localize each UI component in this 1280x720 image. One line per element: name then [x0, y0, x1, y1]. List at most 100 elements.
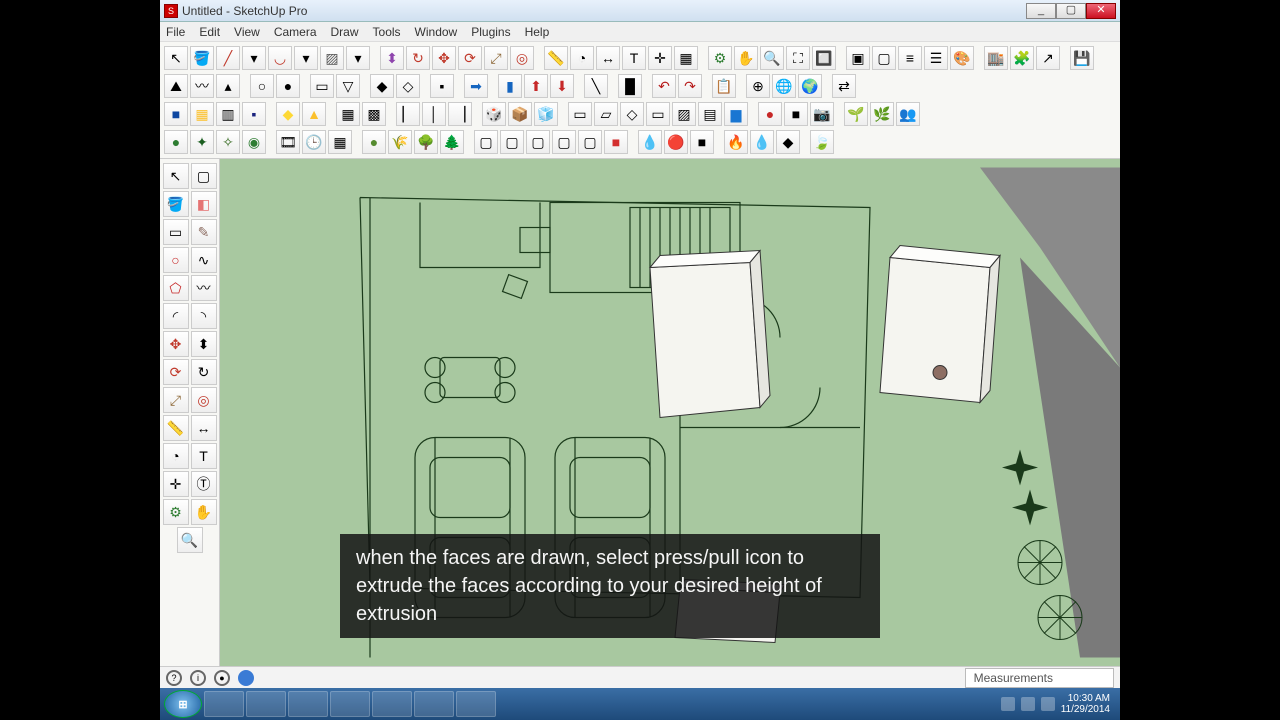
- zoom-window-button[interactable]: 🔲: [812, 46, 836, 70]
- green-3-button[interactable]: ✧: [216, 130, 240, 154]
- smooth-button[interactable]: ●: [276, 74, 300, 98]
- tex-button[interactable]: ▦: [328, 130, 352, 154]
- rect-tool[interactable]: ▭: [163, 219, 189, 245]
- globe-2-button[interactable]: 🌍: [798, 74, 822, 98]
- stamp-button[interactable]: ▭: [310, 74, 334, 98]
- sandbox-1-button[interactable]: ⛰: [164, 74, 188, 98]
- bars-blue-button[interactable]: ▮: [498, 74, 522, 98]
- free1-tool[interactable]: ∿: [191, 247, 217, 273]
- circle-tool[interactable]: ○: [163, 247, 189, 273]
- arc1-tool[interactable]: ◜: [163, 303, 189, 329]
- grid-color-button[interactable]: ▩: [362, 102, 386, 126]
- fire-button[interactable]: 🔥: [724, 130, 748, 154]
- tray-clock[interactable]: 10:30 AM 11/29/2014: [1061, 693, 1110, 715]
- mirror-button[interactable]: ▐▌: [618, 74, 642, 98]
- task-app-1[interactable]: [246, 691, 286, 717]
- pushpull-tool[interactable]: ⬍: [191, 331, 217, 357]
- dimension-button[interactable]: ↔: [596, 46, 620, 70]
- orbit-button[interactable]: ⚙: [708, 46, 732, 70]
- plant-2-button[interactable]: 🌿: [870, 102, 894, 126]
- warehouse-button[interactable]: 🏬: [984, 46, 1008, 70]
- pan-button[interactable]: ✋: [734, 46, 758, 70]
- triangle-button[interactable]: ▲: [302, 102, 326, 126]
- task-explorer[interactable]: [204, 691, 244, 717]
- add-detail-button[interactable]: ◆: [370, 74, 394, 98]
- person-button[interactable]: 👥: [896, 102, 920, 126]
- sq-blue-button[interactable]: ■: [164, 102, 188, 126]
- bars-up-button[interactable]: ⬆: [524, 74, 548, 98]
- follow-me-button[interactable]: ↻: [406, 46, 430, 70]
- tape-tool[interactable]: 📏: [163, 415, 189, 441]
- scale-tool[interactable]: ⤢: [163, 387, 189, 413]
- bar-mid-button[interactable]: │: [422, 102, 446, 126]
- paint-tool[interactable]: 🪣: [163, 191, 189, 217]
- tree-2-button[interactable]: 🌲: [440, 130, 464, 154]
- arc2-tool[interactable]: ◝: [191, 303, 217, 329]
- sq-red-button[interactable]: ■: [604, 130, 628, 154]
- page-2-button[interactable]: ▱: [594, 102, 618, 126]
- viewport[interactable]: when the faces are drawn, select press/p…: [220, 159, 1120, 666]
- zoom-button[interactable]: 🔍: [760, 46, 784, 70]
- page-5-button[interactable]: ▨: [672, 102, 696, 126]
- redo-arc-button[interactable]: ↷: [678, 74, 702, 98]
- plant-1-button[interactable]: 🌱: [844, 102, 868, 126]
- arc-dd-button[interactable]: ▾: [294, 46, 318, 70]
- rotate-tool[interactable]: ⟳: [163, 359, 189, 385]
- menu-edit[interactable]: Edit: [199, 25, 220, 39]
- menu-draw[interactable]: Draw: [331, 25, 359, 39]
- spray-button[interactable]: 💧: [638, 130, 662, 154]
- protractor-button[interactable]: ◔: [570, 46, 594, 70]
- 3dtext-tool[interactable]: Ⓣ: [191, 471, 217, 497]
- status-info-icon[interactable]: i: [190, 670, 206, 686]
- bar-right-button[interactable]: ▕: [448, 102, 472, 126]
- page-blue-button[interactable]: ▆: [724, 102, 748, 126]
- rec-r-button[interactable]: 📷: [810, 102, 834, 126]
- cube-2-button[interactable]: 📦: [508, 102, 532, 126]
- sq-dark-button[interactable]: ▪: [242, 102, 266, 126]
- paint-button[interactable]: 🪣: [190, 46, 214, 70]
- layers-button[interactable]: ≡: [898, 46, 922, 70]
- close-button[interactable]: ✕: [1086, 3, 1116, 19]
- offset-button[interactable]: ◎: [510, 46, 534, 70]
- select-tool[interactable]: ↖: [163, 163, 189, 189]
- rec-g-button[interactable]: ■: [784, 102, 808, 126]
- sq-b-button[interactable]: ▢: [500, 130, 524, 154]
- sq-stripes-button[interactable]: ▥: [216, 102, 240, 126]
- materials-button[interactable]: 🎨: [950, 46, 974, 70]
- move-tool[interactable]: ✥: [163, 331, 189, 357]
- box-tool[interactable]: ▢: [191, 163, 217, 189]
- axes-tool[interactable]: ✛: [163, 471, 189, 497]
- water-button[interactable]: 💧: [750, 130, 774, 154]
- spray-sel-button[interactable]: ■: [690, 130, 714, 154]
- tray-volume-icon[interactable]: [1041, 697, 1055, 711]
- shape-button[interactable]: ▨: [320, 46, 344, 70]
- pencil-tool[interactable]: ✎: [191, 219, 217, 245]
- status-geo-icon[interactable]: [238, 670, 254, 686]
- outliner-button[interactable]: ☰: [924, 46, 948, 70]
- sandbox-2-button[interactable]: 〰: [190, 74, 214, 98]
- scale-button[interactable]: ⤢: [484, 46, 508, 70]
- green-4-button[interactable]: ◉: [242, 130, 266, 154]
- tape-button[interactable]: 📏: [544, 46, 568, 70]
- tray-network-icon[interactable]: [1021, 697, 1035, 711]
- menu-help[interactable]: Help: [525, 25, 550, 39]
- status-user-icon[interactable]: ●: [214, 670, 230, 686]
- dims-tool[interactable]: ↔: [191, 415, 217, 441]
- menu-window[interactable]: Window: [415, 25, 458, 39]
- axes-button[interactable]: ✛: [648, 46, 672, 70]
- globe-1-button[interactable]: 🌐: [772, 74, 796, 98]
- diag-button[interactable]: ╲: [584, 74, 608, 98]
- menu-view[interactable]: View: [234, 25, 260, 39]
- target-button[interactable]: ⊕: [746, 74, 770, 98]
- maximize-button[interactable]: ▢: [1056, 3, 1086, 19]
- line-button[interactable]: ╱: [216, 46, 240, 70]
- sq-e-button[interactable]: ▢: [578, 130, 602, 154]
- sq-d-button[interactable]: ▢: [552, 130, 576, 154]
- grid-sm-button[interactable]: ▦: [336, 102, 360, 126]
- zoom-extents-button[interactable]: ⛶: [786, 46, 810, 70]
- task-app-4[interactable]: [456, 691, 496, 717]
- task-chrome[interactable]: [372, 691, 412, 717]
- text-button[interactable]: T: [622, 46, 646, 70]
- sq-yel-button[interactable]: ▦: [190, 102, 214, 126]
- sandbox-3-button[interactable]: ▴: [216, 74, 240, 98]
